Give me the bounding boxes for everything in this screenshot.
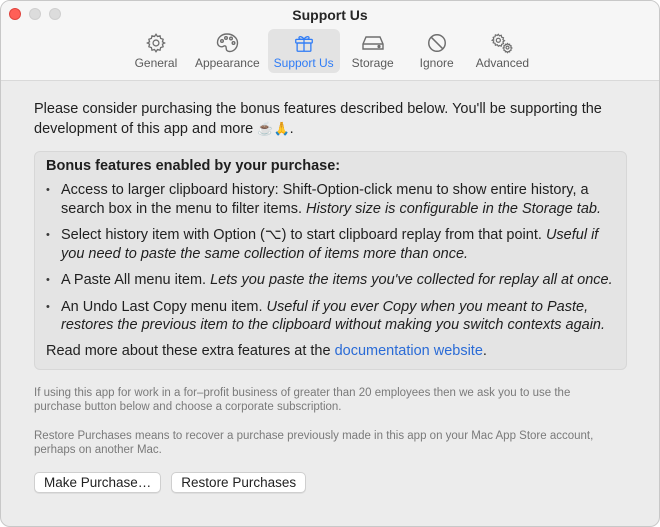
- tab-appearance[interactable]: Appearance: [189, 29, 266, 73]
- purchase-buttons: Make Purchase… Restore Purchases: [34, 471, 627, 493]
- business-note: If using this app for work in a for–prof…: [34, 386, 571, 414]
- list-item: Access to larger clipboard history: Shif…: [46, 181, 614, 218]
- list-item: An Undo Last Copy menu item. Useful if y…: [46, 298, 614, 335]
- bonus-features-list: Access to larger clipboard history: Shif…: [46, 181, 614, 335]
- intro-end: .: [289, 121, 294, 137]
- feature-text: Select history item with Option (⌥) to s…: [61, 227, 546, 243]
- restore-purchases-button[interactable]: Restore Purchases: [171, 471, 307, 493]
- intro-text: Please consider purchasing the bonus fea…: [34, 100, 627, 139]
- tab-support-us[interactable]: Support Us: [267, 29, 340, 73]
- tab-general-label: General: [134, 56, 178, 70]
- preferences-toolbar: General Appearance Support Us Storage Ig…: [1, 29, 659, 73]
- gears-icon: [490, 32, 514, 54]
- gift-icon: [292, 32, 316, 54]
- bonus-features-box: Bonus features enabled by your purchase:…: [34, 151, 627, 370]
- feature-note: History size is configurable in the Stor…: [306, 200, 601, 217]
- support-us-pane: Please consider purchasing the bonus fea…: [1, 81, 659, 493]
- tab-appearance-label: Appearance: [194, 56, 260, 70]
- tab-storage-label: Storage: [351, 56, 394, 70]
- read-more-prefix: Read more about these extra features at …: [46, 342, 335, 359]
- restore-note: Restore Purchases means to recover a pur…: [34, 429, 594, 457]
- coffee-pray-emoji: ☕🙏: [257, 121, 290, 136]
- drive-icon: [361, 32, 385, 54]
- feature-text: A Paste All menu item.: [61, 272, 211, 288]
- make-purchase-button[interactable]: Make Purchase…: [34, 471, 162, 493]
- list-item: Select history item with Option (⌥) to s…: [46, 226, 614, 263]
- bonus-features-title: Bonus features enabled by your purchase:: [46, 158, 341, 174]
- documentation-link[interactable]: documentation website: [335, 343, 483, 359]
- tab-advanced[interactable]: Advanced: [470, 29, 535, 73]
- tab-advanced-label: Advanced: [475, 56, 530, 70]
- tab-support-us-label: Support Us: [273, 56, 334, 70]
- window-title: Support Us: [292, 7, 368, 23]
- preferences-window: Support Us General Appearance Support Us…: [0, 0, 660, 527]
- tab-storage[interactable]: Storage: [342, 29, 404, 73]
- tab-ignore[interactable]: Ignore: [406, 29, 468, 73]
- gear-icon: [144, 32, 168, 54]
- prohibited-icon: [425, 32, 449, 54]
- palette-icon: [215, 32, 239, 54]
- feature-text: An Undo Last Copy menu item.: [61, 298, 267, 315]
- read-more-text: Read more about these extra features at …: [46, 343, 614, 359]
- feature-note: Lets you paste the items you've collecte…: [210, 272, 613, 288]
- read-more-suffix: .: [482, 342, 487, 359]
- title-bar: Support Us General Appearance Support Us…: [1, 1, 659, 81]
- tab-ignore-label: Ignore: [419, 56, 454, 70]
- tab-general[interactable]: General: [125, 29, 187, 73]
- list-item: A Paste All menu item. Lets you paste th…: [46, 271, 614, 290]
- intro-body: Please consider purchasing the bonus fea…: [34, 101, 602, 137]
